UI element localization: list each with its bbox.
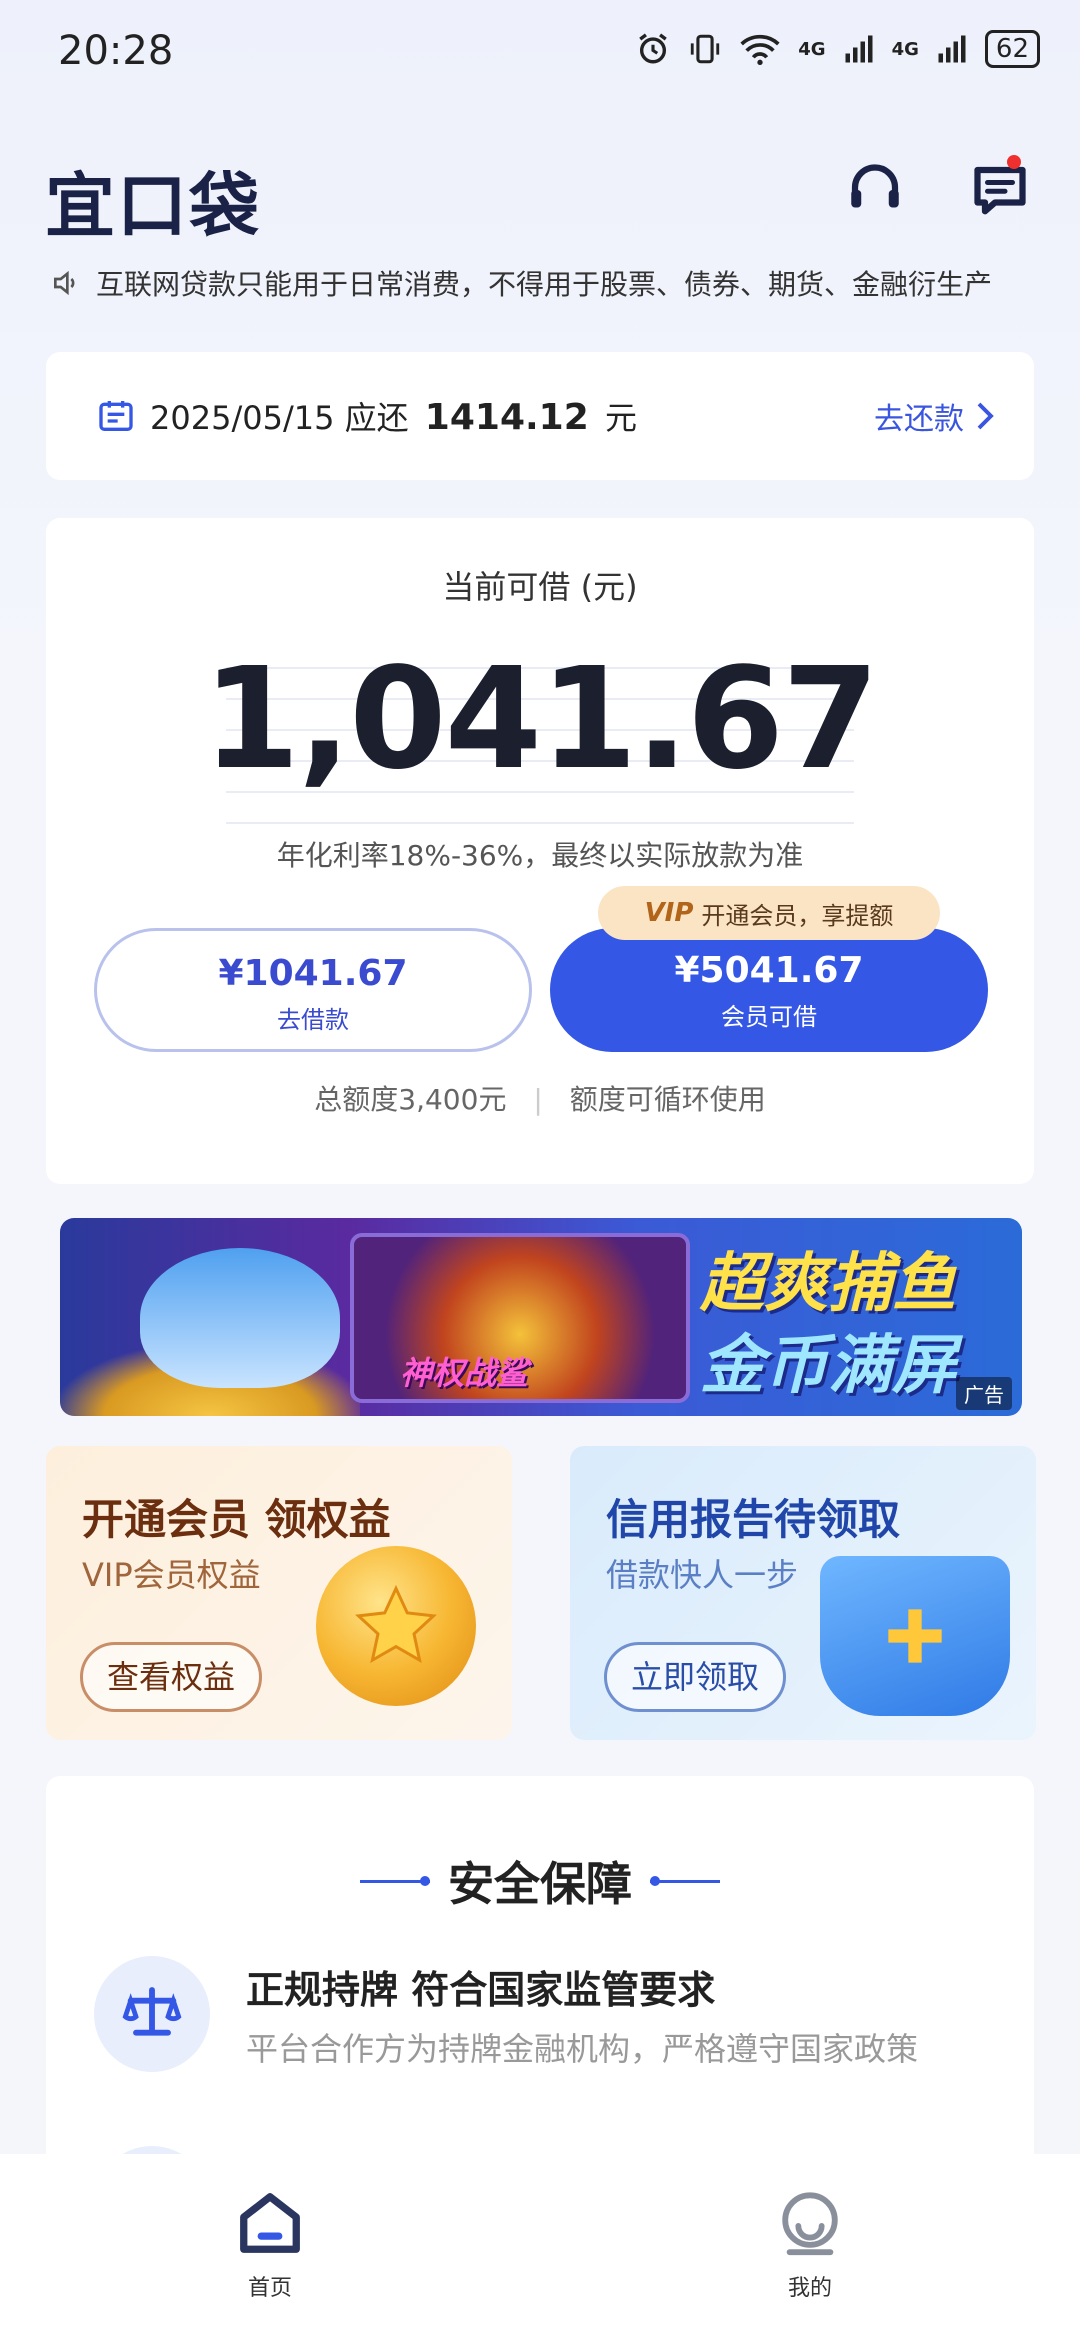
home-icon <box>240 2193 300 2253</box>
credit-promo-subtitle: 借款快人一步 <box>606 1556 799 1594</box>
interest-rate-note: 年化利率18%-36%，最终以实际放款为准 <box>276 839 804 872</box>
nav-home-label: 首页 <box>247 2276 292 2301</box>
bottom-nav: 首页 我的 <box>0 2154 1080 2340</box>
repay-unit: 元 <box>604 399 637 437</box>
borrow-button[interactable]: ¥1041.67 去借款 <box>94 928 532 1052</box>
credit-promo-title: 信用报告待领取 <box>606 1495 901 1544</box>
ad-tag: 广告 <box>956 1377 1012 1410</box>
profile-icon <box>782 2192 838 2256</box>
notice-text: 互联网贷款只能用于日常消费，不得用于股票、债券、期货、金融衍生产 <box>96 268 993 301</box>
shield-icon <box>820 1556 1010 1716</box>
status-time: 20:28 <box>58 28 174 74</box>
ad-banner[interactable]: 神权战鲨 超爽捕鱼 金币满屏 广告 <box>60 1218 1022 1416</box>
ad-headline-2: 金币满屏 <box>700 1329 956 1403</box>
decor-line-right <box>650 1875 720 1886</box>
nav-mine[interactable]: 我的 <box>730 2188 890 2302</box>
app-logo: 宜口袋 <box>45 165 261 247</box>
safety-item-texts: 正规持牌 符合国家监管要求 平台合作方为持牌金融机构，严格遵守国家政策 <box>246 1959 918 2070</box>
member-button-amount: ¥5041.67 <box>674 950 864 991</box>
customer-service-button[interactable] <box>845 160 905 220</box>
repay-due-label: 应还 <box>344 399 409 437</box>
go-repay-link[interactable]: 去还款 <box>874 394 996 438</box>
ad-game-name: 神权战鲨 <box>400 1354 529 1392</box>
vip-badge: VIP <box>644 898 694 928</box>
member-borrow-button[interactable]: ¥5041.67 会员可借 <box>550 928 988 1052</box>
safety-item: 正规持牌 符合国家监管要求 平台合作方为持牌金融机构，严格遵守国家政策 <box>94 1956 918 2072</box>
scale-icon <box>94 1956 210 2072</box>
vip-tip-text: 开通会员，享提额 <box>701 901 894 930</box>
notice-marquee: 互联网贷款只能用于日常消费，不得用于股票、债券、期货、金融衍生产 <box>50 258 1030 308</box>
vibrate-icon <box>691 34 720 64</box>
network-4g-label: 4G <box>798 38 826 60</box>
safety-item-title: 正规持牌 符合国家监管要求 <box>246 1967 716 2012</box>
safety-header: 安全保障 <box>46 1848 1034 1914</box>
status-icons: 4G 4G 62 <box>636 30 1040 68</box>
vip-promo-card[interactable]: 开通会员 领权益 VIP会员权益 查看权益 <box>46 1446 512 1740</box>
credit-report-promo-card[interactable]: 信用报告待领取 借款快人一步 立即领取 <box>570 1446 1036 1740</box>
signal-icon-2 <box>938 35 966 63</box>
safety-title: 安全保障 <box>448 1857 632 1911</box>
quota-note: 额度可循环使用 <box>569 1083 766 1116</box>
go-repay-label: 去还款 <box>874 402 964 437</box>
nav-mine-label: 我的 <box>787 2276 832 2301</box>
repayment-summary: 2025/05/15 应还 1414.12 元 <box>150 393 874 439</box>
messages-button[interactable] <box>970 160 1030 220</box>
speaker-icon <box>54 270 75 296</box>
shark-image <box>140 1248 340 1388</box>
repay-date: 2025/05/15 <box>150 399 335 437</box>
signal-icon <box>845 35 873 63</box>
vip-tooltip: VIP 开通会员，享提额 <box>598 886 940 940</box>
available-credit-amount: 1,041.67 <box>202 638 880 801</box>
total-quota: 总额度3,400元 <box>314 1083 507 1116</box>
network-4g-label-2: 4G <box>891 38 919 60</box>
view-benefits-button[interactable]: 查看权益 <box>80 1642 263 1712</box>
decor-line-left <box>360 1875 430 1886</box>
battery-indicator: 62 <box>984 30 1040 68</box>
nav-home[interactable]: 首页 <box>190 2188 350 2302</box>
alarm-icon <box>639 33 668 64</box>
borrow-button-amount: ¥1041.67 <box>218 953 408 994</box>
message-icon <box>974 166 1026 215</box>
wifi-icon <box>740 34 780 65</box>
quota-info: 总额度3,400元 | 额度可循环使用 <box>46 1078 1034 1118</box>
credit-card: 当前可借 (元) 1,041.67 年化利率18%-36%，最终以实际放款为准 … <box>46 518 1034 1184</box>
repay-amount: 1414.12 <box>424 397 589 438</box>
chevron-right-icon <box>977 402 994 430</box>
claim-now-button[interactable]: 立即领取 <box>604 1642 787 1712</box>
ad-headline-1: 超爽捕鱼 <box>700 1247 956 1321</box>
vip-promo-title: 开通会员 领权益 <box>82 1495 391 1544</box>
member-button-label: 会员可借 <box>721 1003 817 1031</box>
divider: | <box>533 1083 543 1116</box>
notification-dot <box>1007 155 1021 169</box>
headset-icon <box>851 164 899 208</box>
safety-item-desc: 平台合作方为持牌金融机构，严格遵守国家政策 <box>246 2029 919 2068</box>
status-bar: 20:28 4G 4G 62 <box>0 0 1080 100</box>
vip-promo-subtitle: VIP会员权益 <box>82 1556 261 1594</box>
borrow-button-label: 去借款 <box>277 1006 349 1034</box>
available-credit-title: 当前可借 (元) <box>442 568 638 606</box>
star-coin-icon <box>316 1546 476 1706</box>
safety-section: 安全保障 正规持牌 符合国家监管要求 平台合作方为持牌金融机构，严格遵守国家政策 <box>46 1776 1034 2262</box>
repayment-card[interactable]: 2025/05/15 应还 1414.12 元 去还款 <box>46 352 1034 480</box>
bill-icon <box>99 401 133 431</box>
